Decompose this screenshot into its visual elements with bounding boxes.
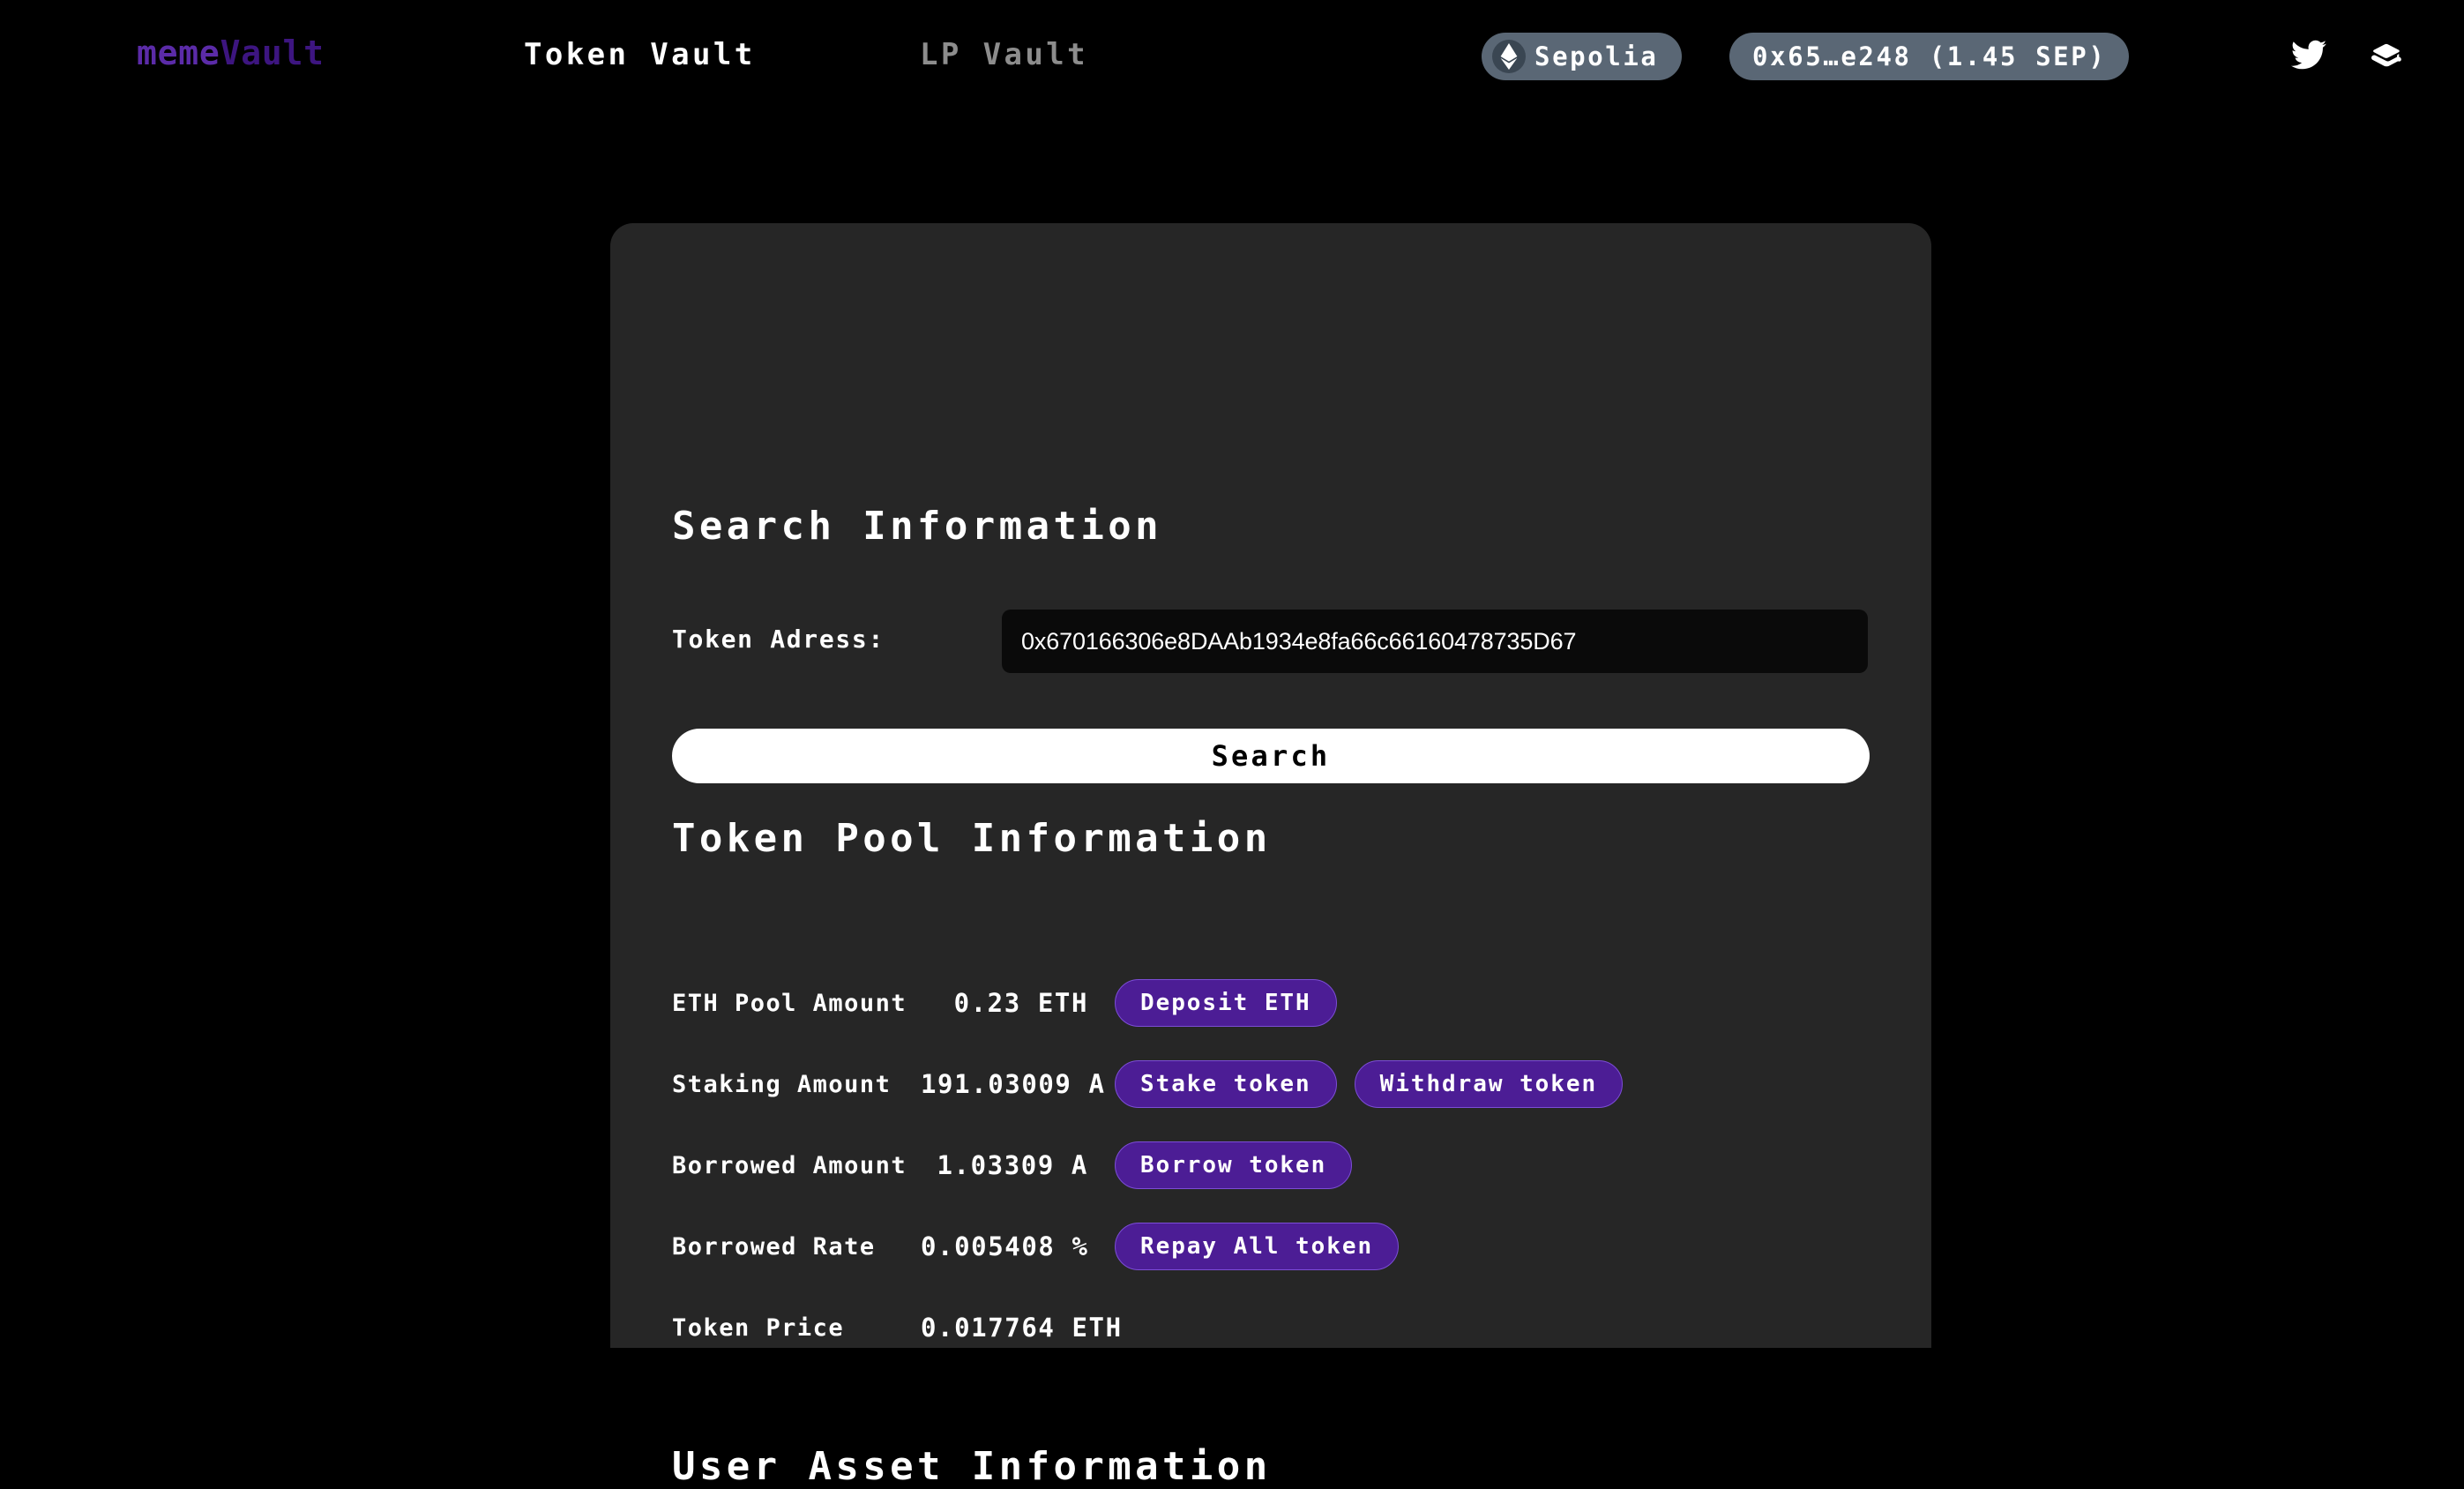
table-row: Staking Amount 191.03009 A Stake token W… [672,1044,1871,1125]
row-actions: Stake token Withdraw token [1115,1060,1624,1108]
top-header: memeVault Token Vault LP Vault Sepolia 0… [0,0,2464,113]
row-value: 0.005408 % [921,1231,1089,1261]
table-row: Token Price 0.017764 ETH [672,1287,1871,1368]
row-value: 1.03309 A [937,1150,1088,1180]
token-address-field-row: Token Adress: [672,610,1870,673]
token-address-input[interactable] [1002,610,1868,673]
network-label: Sepolia [1534,41,1659,71]
twitter-icon [2289,37,2328,76]
section-title-token-pool-information: Token Pool Information [672,816,1272,861]
token-pool-rows: ETH Pool Amount 0.23 ETH Deposit ETH Sta… [672,962,1871,1368]
table-row: ETH Pool Amount 0.23 ETH Deposit ETH [672,962,1871,1044]
search-button[interactable]: Search [672,729,1870,783]
row-value: 0.23 ETH [953,988,1088,1018]
wallet-address-label: 0x65…e248 (1.45 SEP) [1752,41,2107,71]
nav-item-lp-vault[interactable]: LP Vault [920,37,1088,72]
ethereum-diamond-icon [1492,40,1526,73]
wallet-address-button[interactable]: 0x65…e248 (1.45 SEP) [1729,33,2130,80]
row-label: Token Price [672,1313,845,1342]
row-actions: Repay All token [1115,1223,1400,1270]
row-label: Borrowed Amount [672,1151,907,1179]
token-address-label: Token Adress: [672,625,885,654]
section-title-user-asset-information: User Asset Information [672,1444,1272,1489]
twitter-link[interactable] [2288,35,2330,78]
brand-logo-suffix: Vault [220,34,325,72]
docs-link[interactable] [2365,35,2408,78]
row-value: 0.017764 ETH [921,1313,1123,1343]
row-label: Borrowed Rate [672,1232,876,1261]
row-label: Staking Amount [672,1070,892,1098]
borrow-token-button[interactable]: Borrow token [1115,1141,1353,1189]
row-actions: Deposit ETH [1115,979,1337,1027]
main-panel: Search Information Token Adress: Search … [610,223,1931,1489]
row-value: 191.03009 A [921,1069,1106,1099]
row-actions: Borrow token [1115,1141,1353,1189]
docs-book-icon [2367,37,2406,76]
deposit-eth-button[interactable]: Deposit ETH [1115,979,1337,1027]
page-title-search-information: Search Information [672,504,1163,549]
row-label: ETH Pool Amount [672,989,907,1017]
withdraw-token-button[interactable]: Withdraw token [1354,1060,1624,1108]
nav-item-token-vault[interactable]: Token Vault [524,37,756,72]
stake-token-button[interactable]: Stake token [1115,1060,1337,1108]
table-row: Borrowed Rate 0.005408 % Repay All token [672,1206,1871,1287]
table-row: Borrowed Amount 1.03309 A Borrow token [672,1125,1871,1206]
brand-logo[interactable]: memeVault [137,34,325,72]
brand-logo-prefix: meme [137,34,220,72]
network-selector[interactable]: Sepolia [1482,33,1682,80]
repay-all-token-button[interactable]: Repay All token [1115,1223,1400,1270]
